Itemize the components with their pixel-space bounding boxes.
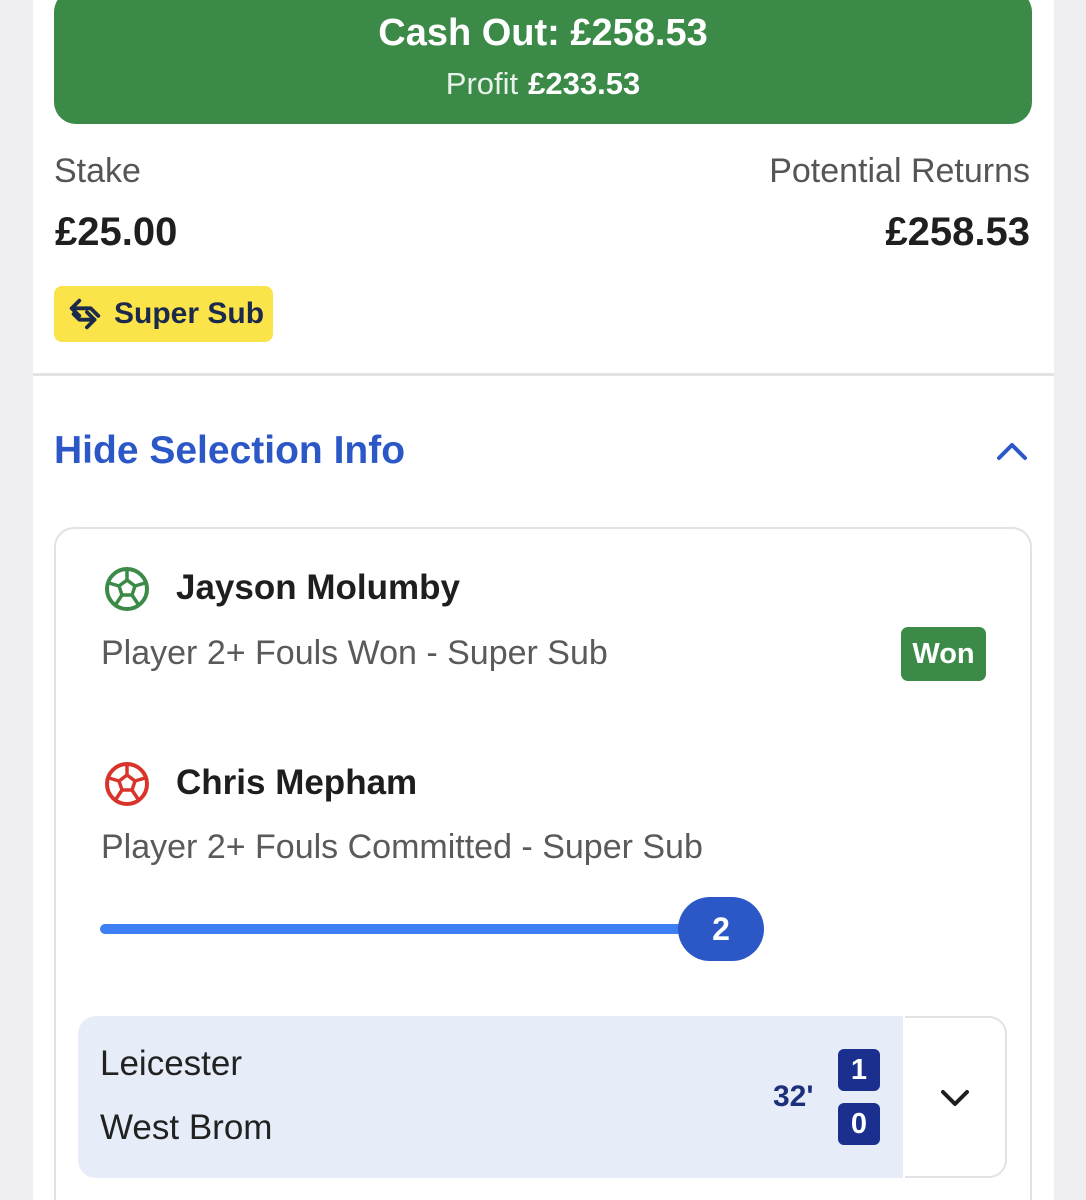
chevron-down-icon <box>941 1090 969 1106</box>
stake-label: Stake <box>54 152 141 190</box>
super-sub-badge: Super Sub <box>54 286 273 342</box>
player-name: Jayson Molumby <box>176 568 460 607</box>
match-minute: 32' <box>773 1080 814 1113</box>
fouls-progress-bar <box>100 924 740 934</box>
super-sub-label: Super Sub <box>114 297 265 330</box>
home-team: Leicester <box>100 1044 243 1083</box>
stake-value: £25.00 <box>55 210 178 254</box>
cash-out-label: Cash Out: £258.53 <box>378 12 708 54</box>
hide-selection-info-toggle[interactable]: Hide Selection Info <box>54 420 1030 482</box>
swap-arrows-icon <box>69 298 101 330</box>
football-green-icon <box>105 567 149 611</box>
market-label: Player 2+ Fouls Won - Super Sub <box>101 634 608 672</box>
profit-label: Profit <box>445 66 519 101</box>
hide-selection-info-label: Hide Selection Info <box>54 429 406 472</box>
away-score: 0 <box>838 1103 880 1145</box>
profit-line: Profit £233.53 <box>54 66 1032 102</box>
profit-value: £233.53 <box>528 66 641 101</box>
won-status-badge: Won <box>901 627 986 681</box>
potential-returns-value: £258.53 <box>885 210 1030 254</box>
home-score: 1 <box>838 1049 880 1091</box>
market-label: Player 2+ Fouls Committed - Super Sub <box>101 828 703 866</box>
football-red-icon <box>105 762 149 806</box>
fouls-progress-count: 2 <box>678 897 764 961</box>
cash-out-button[interactable]: Cash Out: £258.53 Profit £233.53 <box>54 0 1032 124</box>
chevron-up-icon <box>997 443 1027 460</box>
potential-returns-label: Potential Returns <box>769 152 1030 190</box>
player-name: Chris Mepham <box>176 763 418 802</box>
match-scoreboard: Leicester West Brom 32' 1 0 <box>78 1016 903 1178</box>
expand-match-button[interactable] <box>905 1016 1007 1178</box>
section-divider <box>33 373 1054 376</box>
away-team: West Brom <box>100 1108 273 1147</box>
